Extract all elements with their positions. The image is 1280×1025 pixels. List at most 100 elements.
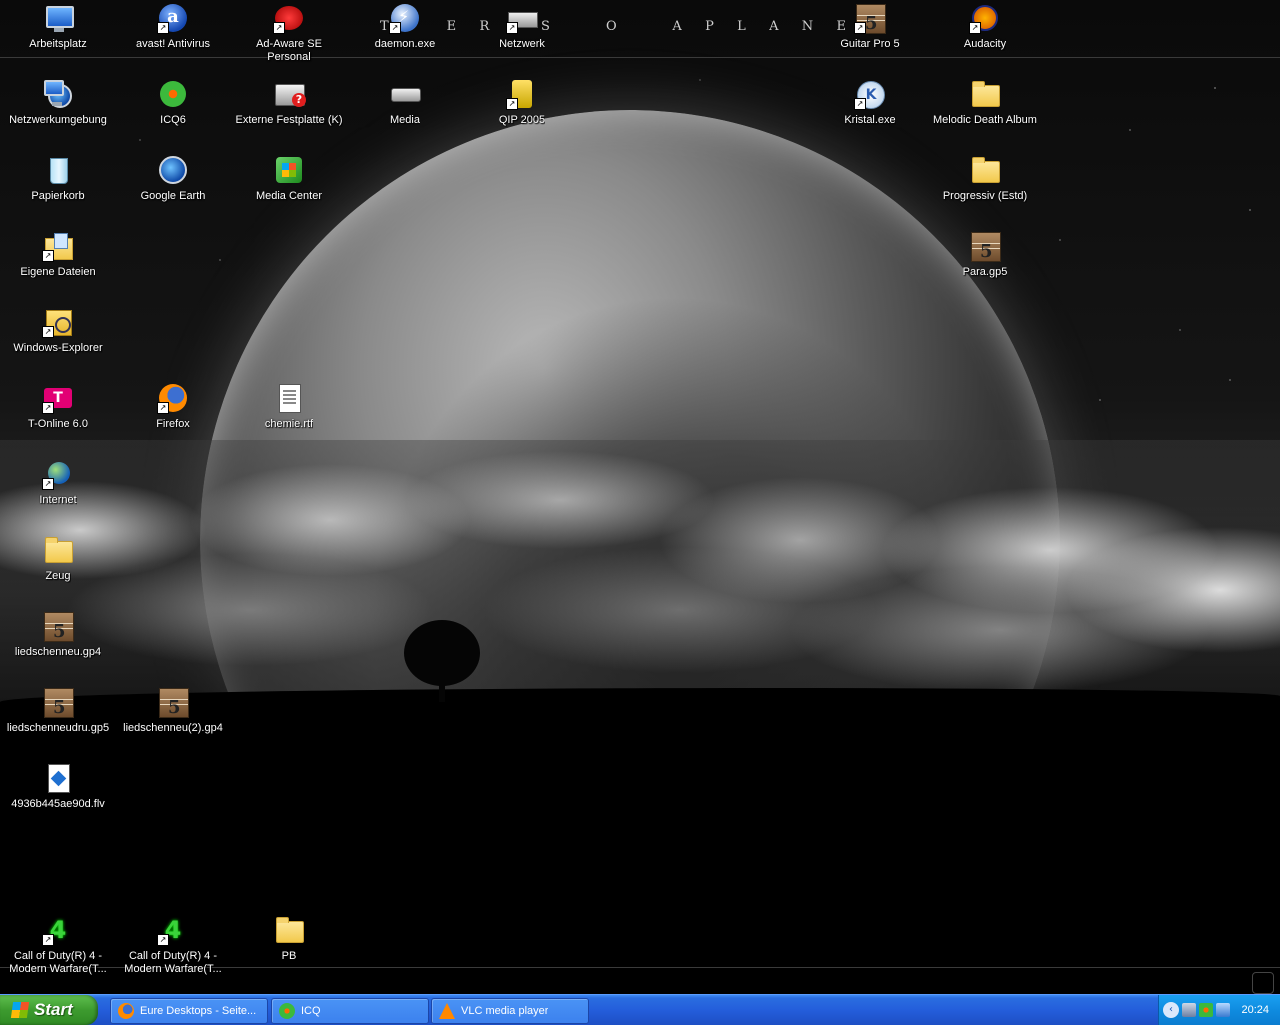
banner-letter: A [769,18,781,34]
cod4-icon: 4 ↗ [157,914,189,946]
guitar-pro-file-icon [42,610,74,642]
internet-icon: ↗ [42,458,74,490]
desktop-icon-label: Audacity [963,38,1007,50]
wallpaper-clouds [0,440,1280,720]
desktop-icon-label: Guitar Pro 5 [840,38,900,50]
desktop-icon-qip[interactable]: ↗ QIP 2005 [466,76,578,148]
taskbar-button-firefox[interactable]: Eure Desktops - Seite... [110,998,268,1024]
desktop-icon-cod4-1[interactable]: 4 ↗ Call of Duty(R) 4 - Modern Warfare(T.… [2,912,114,984]
guitar-pro-file-icon [157,686,189,718]
folder-icon [969,78,1001,110]
show-hidden-icon[interactable]: ‹ [1163,1002,1179,1018]
network-tray-icon[interactable] [1182,1003,1196,1017]
desktop-icon-label: Para.gp5 [962,266,1008,278]
desktop-icon-label: Netzwerk [499,38,545,50]
windows-logo-icon [10,1002,30,1018]
desktop-icon-label: 4936b445ae90d.flv [11,798,105,810]
desktop-icon-kristal[interactable]: K ↗ Kristal.exe [814,76,926,148]
desktop-icon-icq6[interactable]: ICQ6 [117,76,229,148]
guitar-pro-file-icon [969,230,1001,262]
desktop-icon-label: QIP 2005 [498,114,546,126]
desktop-icon-windows-explorer[interactable]: ↗ Windows-Explorer [2,304,114,376]
network-connection-icon[interactable] [1216,1003,1230,1017]
folder-icon [42,534,74,566]
desktop-icon-label: Kristal.exe [844,114,896,126]
desktop[interactable]: T H E R I S E O F A P L A N E T Arbeitsp… [0,0,1280,994]
media-center-icon [273,154,305,186]
icq-tray-icon[interactable] [1199,1003,1213,1017]
desktop-icon-avast[interactable]: a ↗ avast! Antivirus [117,0,229,72]
qip-icon: ↗ [506,78,538,110]
desktop-icon-cod4-2[interactable]: 4 ↗ Call of Duty(R) 4 - Modern Warfare(T.… [117,912,229,984]
desktop-icon-guitar-pro[interactable]: ↗ Guitar Pro 5 [814,0,926,72]
network-places-icon [42,78,74,110]
desktop-icon-audacity[interactable]: ↗ Audacity [929,0,1041,72]
desktop-icon-media-center[interactable]: Media Center [233,152,345,224]
banner-letter: A [672,18,684,34]
desktop-icon-media[interactable]: Media [349,76,461,148]
kristal-icon: K ↗ [854,78,886,110]
recycle-bin-icon [42,154,74,186]
desktop-icon-adaware[interactable]: ↗ Ad-Aware SE Personal [233,0,345,72]
google-earth-icon [157,154,189,186]
desktop-icon-label: liedschenneu.gp4 [14,646,102,658]
desktop-icon-label: Papierkorb [31,190,85,202]
desktop-icon-chemie-rtf[interactable]: chemie.rtf [233,380,345,452]
desktop-icon-pb[interactable]: PB [233,912,345,984]
desktop-icon-google-earth[interactable]: Google Earth [117,152,229,224]
desktop-icon-para-gp5[interactable]: Para.gp5 [929,228,1041,300]
desktop-icon-label: Zeug [45,570,71,582]
guitar-pro-icon: ↗ [854,2,886,34]
desktop-icon-flv-file[interactable]: 4936b445ae90d.flv [2,760,114,832]
desktop-icon-papierkorb[interactable]: Papierkorb [2,152,114,224]
desktop-icon-netzwerkumgebung[interactable]: Netzwerkumgebung [2,76,114,148]
desktop-icon-zeug[interactable]: Zeug [2,532,114,604]
desktop-icon-label: ICQ6 [160,114,186,126]
vlc-icon [439,1003,455,1019]
desktop-icon-label: daemon.exe [374,38,436,50]
desktop-icon-label: chemie.rtf [264,418,314,430]
firefox-icon: ↗ [157,382,189,414]
icq-icon [279,1003,295,1019]
my-documents-icon: ↗ [42,230,74,262]
network-drive-icon: ↗ [506,2,538,34]
guitar-pro-file-icon [42,686,74,718]
desktop-icon-firefox[interactable]: ↗ Firefox [117,380,229,452]
rtf-document-icon [273,382,305,414]
drive-icon [389,78,421,110]
audacity-icon: ↗ [969,2,1001,34]
adaware-icon: ↗ [273,2,305,34]
desktop-icon-label: PB [281,950,297,962]
wallpaper-tree-trunk [439,670,445,702]
taskbar-button-icq[interactable]: ICQ [271,998,429,1024]
desktop-icon-label: Google Earth [140,190,206,202]
desktop-icon-internet[interactable]: ↗ Internet [2,456,114,528]
desktop-icon-liedschenneu2-gp4[interactable]: liedschenneu(2).gp4 [117,684,229,756]
start-label: Start [34,1000,73,1019]
taskbar-button-label: Eure Desktops - Seite... [140,1005,257,1017]
desktop-icon-externe-festplatte[interactable]: Externe Festplatte (K) [233,76,345,148]
desktop-icon-daemon[interactable]: ↗ daemon.exe [349,0,461,72]
banner-letter: P [705,18,716,34]
icq-icon [157,78,189,110]
desktop-icon-melodic-death-album[interactable]: Melodic Death Album [929,76,1041,148]
desktop-icon-progressiv[interactable]: Progressiv (Estd) [929,152,1041,224]
desktop-icon-eigene-dateien[interactable]: ↗ Eigene Dateien [2,228,114,300]
folder-icon [969,154,1001,186]
desktop-icon-label: Melodic Death Album [933,114,1037,126]
desktop-icon-label: liedschenneudru.gp5 [6,722,110,734]
desktop-icon-arbeitsplatz[interactable]: Arbeitsplatz [2,0,114,72]
banner-letter: L [737,18,748,34]
taskbar-button-vlc[interactable]: VLC media player [431,998,589,1024]
desktop-icon-t-online[interactable]: T ↗ T-Online 6.0 [2,380,114,452]
external-drive-icon [273,78,306,110]
desktop-icon-label: Eigene Dateien [20,266,96,278]
desktop-icon-liedschenneu-gp4[interactable]: liedschenneu.gp4 [2,608,114,680]
desktop-icon-label: Call of Duty(R) 4 - Modern Warfare(T... [124,950,222,975]
desktop-icon-netzwerk[interactable]: ↗ Netzwerk [466,0,578,72]
clock[interactable]: 20:24 [1241,1004,1269,1016]
wallpaper-corner-logo [1252,972,1274,994]
start-button[interactable]: Start [0,995,98,1025]
desktop-icon-label: avast! Antivirus [136,38,210,50]
desktop-icon-liedschenneudru-gp5[interactable]: liedschenneudru.gp5 [2,684,114,756]
